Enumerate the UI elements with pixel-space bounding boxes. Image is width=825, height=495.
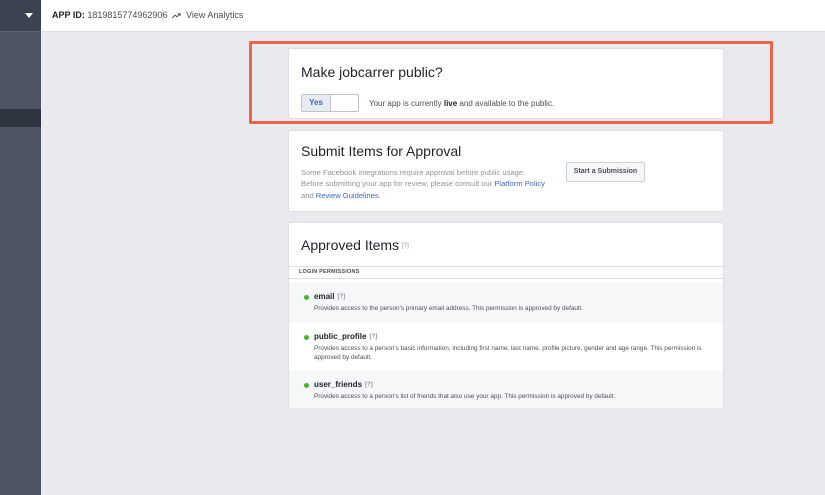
chevron-down-icon[interactable] bbox=[25, 13, 33, 18]
platform-policy-link[interactable]: Platform Policy bbox=[494, 179, 545, 188]
permission-description: Provides access to a person's list of fr… bbox=[314, 393, 616, 400]
permission-description: Provides access to the person's primary … bbox=[314, 305, 583, 312]
permission-name: user_friends [?] bbox=[314, 380, 373, 389]
permission-help[interactable]: [?] bbox=[365, 382, 373, 388]
approved-items-title-text: Approved Items bbox=[301, 237, 400, 253]
submit-description: Some Facebook integrations require appro… bbox=[301, 167, 546, 201]
permission-name-text: email bbox=[314, 292, 335, 301]
approved-items-title: Approved Items [?] bbox=[301, 237, 409, 253]
approved-status-dot bbox=[304, 335, 309, 340]
submit-desc-text: Some Facebook integrations require appro… bbox=[301, 168, 526, 189]
app-switcher[interactable] bbox=[0, 0, 41, 32]
view-analytics-link[interactable]: View Analytics bbox=[172, 10, 243, 20]
divider bbox=[162, 8, 163, 22]
permission-item-email: email [?] Provides access to the person's… bbox=[289, 283, 723, 323]
approved-items-help[interactable]: [?] bbox=[402, 243, 409, 249]
submit-title: Submit Items for Approval bbox=[301, 143, 462, 159]
permission-name-text: public_profile bbox=[314, 332, 367, 341]
permission-name: email [?] bbox=[314, 292, 345, 301]
view-analytics-label: View Analytics bbox=[186, 10, 244, 20]
submit-desc-and: and bbox=[301, 190, 316, 200]
left-sidebar bbox=[0, 0, 41, 495]
approved-status-dot bbox=[304, 383, 309, 388]
start-submission-button[interactable]: Start a Submission bbox=[566, 162, 645, 182]
submit-desc-end: . bbox=[378, 190, 381, 200]
permission-item-user-friends: user_friends [?] Provides access to a per… bbox=[289, 371, 723, 408]
submit-approval-card: Submit Items for Approval Some Facebook … bbox=[288, 130, 724, 212]
highlight-box bbox=[249, 41, 773, 124]
permission-help[interactable]: [?] bbox=[369, 334, 377, 340]
approved-items-card: Approved Items [?] LOGIN PERMISSIONS emai… bbox=[288, 222, 724, 408]
login-permissions-header: LOGIN PERMISSIONS bbox=[289, 266, 723, 279]
permission-name: public_profile [?] bbox=[314, 332, 377, 341]
review-guidelines-link[interactable]: Review Guidelines bbox=[316, 191, 379, 200]
approved-status-dot bbox=[304, 295, 309, 300]
trending-up-icon bbox=[172, 12, 181, 19]
app-id: APP ID: 1819815774962906 bbox=[52, 10, 167, 20]
permission-description: Provides access to a person's basic info… bbox=[314, 345, 702, 361]
permission-help[interactable]: [?] bbox=[337, 294, 345, 300]
permission-name-text: user_friends bbox=[314, 380, 363, 389]
top-bar: APP ID: 1819815774962906 View Analytics bbox=[41, 0, 825, 32]
app-id-label: APP ID: bbox=[52, 10, 85, 20]
sidebar-item-active[interactable] bbox=[0, 109, 41, 127]
app-id-value: 1819815774962906 bbox=[87, 10, 168, 20]
permission-item-public-profile: public_profile [?] Provides access to a p… bbox=[289, 323, 723, 371]
